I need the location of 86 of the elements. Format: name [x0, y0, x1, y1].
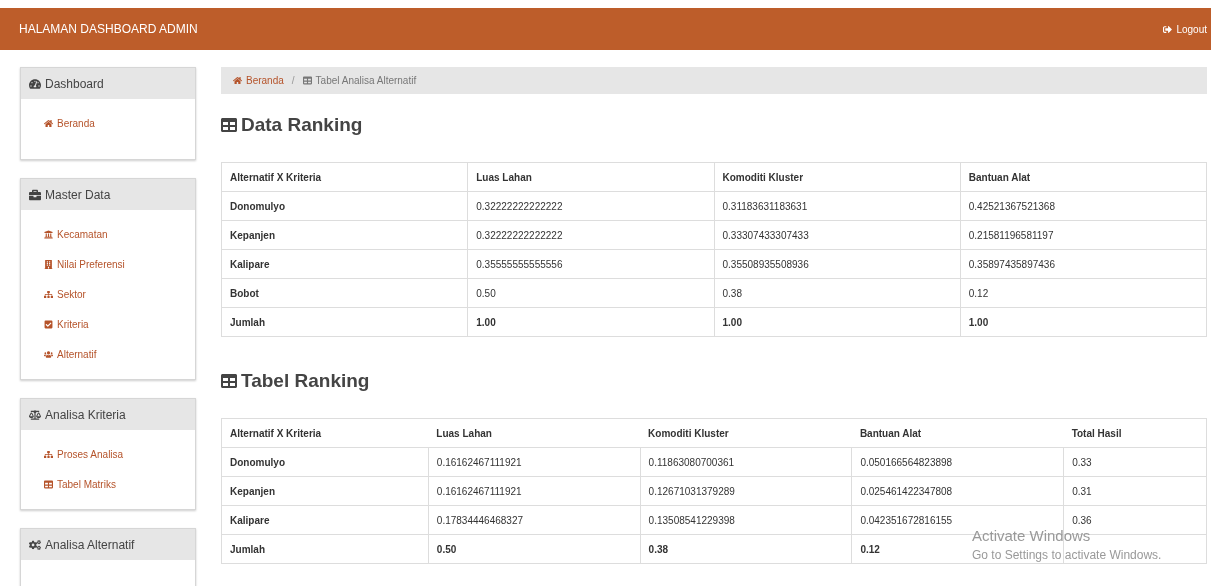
- table-value: 1.00: [968, 316, 989, 328]
- row-label: Jumlah: [230, 316, 265, 328]
- row-label: Kepanjen: [230, 485, 275, 497]
- table-value: 0.38: [648, 543, 669, 555]
- row-label: Kepanjen: [230, 229, 275, 241]
- table-value: 0.12: [860, 543, 880, 555]
- app-title: HALAMAN DASHBOARD ADMIN: [19, 21, 198, 38]
- sidebar-link[interactable]: Kriteria: [44, 317, 195, 332]
- column-header: Luas Lahan: [476, 171, 532, 183]
- section-title: Tabel Ranking: [221, 370, 1207, 392]
- sitemap-icon: [44, 290, 53, 299]
- table-value: 0.42521367521368: [968, 200, 1055, 212]
- table-value: 0.12671031379289: [648, 485, 735, 497]
- column-header: Alternatif X Kriteria: [230, 427, 322, 439]
- table-value: 0.33: [1072, 456, 1092, 468]
- users-icon: [44, 350, 53, 359]
- breadcrumb-separator: /: [290, 74, 296, 88]
- section-title: Data Ranking: [221, 114, 1207, 136]
- column-header: Alternatif X Kriteria: [230, 171, 322, 183]
- table-value: 0.38: [722, 287, 742, 299]
- table-value: 0.35508935508936: [722, 258, 809, 270]
- logout-link[interactable]: Logout: [1163, 21, 1207, 37]
- table-value: 0.025461422347808: [860, 485, 953, 497]
- table-value: 0.50: [436, 543, 457, 555]
- table-value: 0.17834446468327: [436, 514, 524, 526]
- table-value: 0.16162467111921: [436, 456, 522, 468]
- table-value: 0.12: [968, 287, 989, 299]
- column-header: Bantuan Alat: [968, 171, 1031, 183]
- checkbox-icon: [44, 320, 53, 329]
- table-value: 1.00: [722, 316, 742, 328]
- sidebar-link[interactable]: Nilai Preferensi: [44, 257, 195, 272]
- table-value: 0.050166564823898: [860, 456, 953, 468]
- column-header: Komoditi Kluster: [648, 427, 729, 439]
- row-label: Donomulyo: [230, 200, 285, 212]
- sidebar-link[interactable]: Proses Analisa: [44, 447, 195, 462]
- home-icon: [44, 119, 53, 128]
- table-value: 0.31183631183631: [722, 200, 808, 212]
- breadcrumb-current: Tabel Analisa Alternatif: [302, 73, 417, 88]
- scale-icon: [29, 408, 41, 421]
- table-value: 0.21581196581197: [968, 229, 1054, 241]
- table-icon: [302, 76, 312, 85]
- activation-text: Go to Settings to activate Windows.: [972, 546, 1162, 564]
- column-header: Total Hasil: [1071, 427, 1122, 439]
- table-value: 0.33307433307433: [722, 229, 809, 241]
- table-icon: [221, 373, 237, 389]
- column-header: Bantuan Alat: [859, 427, 922, 439]
- table-value: 0.13508541229398: [648, 514, 735, 526]
- table-value: 0.32222222222222: [476, 229, 563, 241]
- home-icon: [233, 76, 242, 85]
- panel-title: Master Data: [45, 186, 111, 204]
- table-value: 0.35897435897436: [968, 258, 1055, 270]
- column-header: Komoditi Kluster: [722, 171, 804, 183]
- sitemap-icon: [44, 450, 53, 459]
- sidebar-link[interactable]: Beranda: [44, 116, 195, 131]
- breadcrumb-link[interactable]: Beranda: [233, 73, 284, 88]
- sidebar-link[interactable]: Sektor: [44, 287, 195, 302]
- row-label: Jumlah: [230, 543, 265, 555]
- gauge-icon: [29, 77, 41, 90]
- table-value: 0.042351672816155: [860, 514, 953, 526]
- row-label: Donomulyo: [230, 456, 285, 468]
- table-value: 1.00: [476, 316, 496, 328]
- row-label: Bobot: [230, 287, 259, 299]
- table-value: 0.35555555555556: [476, 258, 563, 270]
- row-label: Kalipare: [230, 258, 270, 270]
- table-value: 0.31: [1072, 485, 1092, 497]
- table-value: 0.16162467111921: [436, 485, 522, 497]
- activation-title: Activate Windows: [972, 527, 1092, 546]
- table-value: 0.11863080700361: [648, 456, 735, 468]
- panel-title: Analisa Kriteria: [45, 406, 126, 424]
- sidebar-link[interactable]: Kecamatan: [44, 227, 195, 242]
- sidebar-link[interactable]: Tabel Matriks: [44, 477, 195, 492]
- table-value: 0.50: [476, 287, 496, 299]
- table-value: 0.36: [1072, 514, 1092, 526]
- gears-icon: [29, 538, 41, 551]
- sidebar-link[interactable]: Alternatif: [44, 347, 195, 362]
- table-icon: [221, 117, 237, 133]
- panel-title: Analisa Alternatif: [45, 536, 135, 554]
- panel-title: Dashboard: [45, 75, 104, 93]
- row-label: Kalipare: [230, 514, 270, 526]
- table-value: 0.32222222222222: [476, 200, 563, 212]
- logout-icon: [1163, 24, 1173, 34]
- building-icon: [44, 260, 53, 269]
- table-icon: [44, 480, 53, 489]
- column-header: Luas Lahan: [436, 427, 492, 439]
- bank-icon: [44, 230, 53, 239]
- briefcase-icon: [29, 188, 41, 201]
